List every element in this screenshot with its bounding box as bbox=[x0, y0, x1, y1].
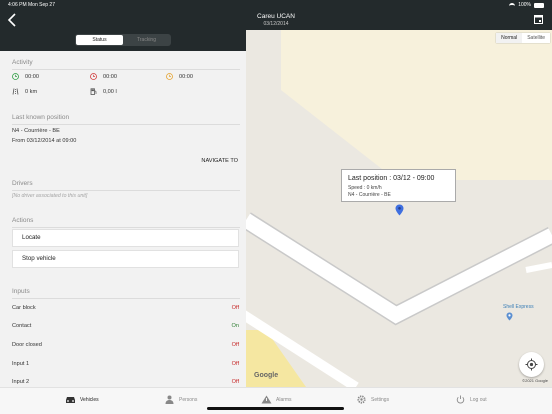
input-name: Input 2 bbox=[12, 379, 30, 385]
tab-label: Log out bbox=[470, 396, 487, 403]
activity-distance: 0 km bbox=[12, 88, 37, 95]
poi-label[interactable]: Shell Express bbox=[503, 304, 534, 310]
input-row-input-2: Input 2 Off bbox=[12, 379, 239, 385]
locate-button[interactable]: Locate bbox=[12, 229, 239, 247]
status-time: 4:06 PM Mon Sep 27 bbox=[8, 2, 55, 8]
clock-red-icon bbox=[90, 73, 97, 80]
input-row-car-block: Car block Off bbox=[12, 305, 239, 311]
drivers-heading: Drivers bbox=[12, 180, 33, 187]
my-location-button[interactable] bbox=[519, 352, 544, 377]
vehicle-location-pin-icon[interactable] bbox=[395, 204, 404, 216]
tab-persons[interactable]: Persons bbox=[164, 395, 197, 404]
divider bbox=[12, 124, 240, 125]
fuel-icon bbox=[90, 88, 97, 95]
tab-log-out[interactable]: Log out bbox=[455, 395, 487, 404]
segmented-control: Status Tracking bbox=[75, 34, 171, 46]
tab-alarms[interactable]: Alarms bbox=[261, 395, 292, 404]
activity-fuel: 0,00 l bbox=[90, 88, 117, 95]
warning-icon bbox=[261, 395, 272, 404]
activity-heading: Activity bbox=[12, 59, 33, 66]
activity-time-value: 00:00 bbox=[103, 73, 117, 80]
tab-label: Alarms bbox=[276, 396, 292, 403]
tab-label: Settings bbox=[371, 396, 390, 403]
activity-time-2: 00:00 bbox=[90, 73, 117, 80]
chevron-left-icon bbox=[7, 13, 16, 27]
input-state: Off bbox=[231, 305, 239, 311]
tab-tracking[interactable]: Tracking bbox=[123, 35, 170, 45]
input-name: Contact bbox=[12, 323, 32, 329]
last-position-heading: Last known position bbox=[12, 114, 70, 121]
battery-percent: 100% bbox=[518, 2, 531, 8]
last-position-since: From 03/12/2014 at 09:00 bbox=[12, 138, 77, 144]
battery-icon bbox=[534, 2, 544, 8]
divider bbox=[12, 69, 240, 70]
last-position-address: N4 - Courrière - BE bbox=[12, 128, 60, 134]
input-state: Off bbox=[231, 361, 239, 367]
tab-label: Persons bbox=[179, 396, 198, 403]
map-type-satellite[interactable]: Satellite bbox=[522, 33, 550, 43]
drivers-empty: [No driver associated to this unit] bbox=[12, 193, 88, 199]
crosshair-icon bbox=[525, 358, 538, 371]
popup-speed: Speed : 0 km/h bbox=[348, 185, 382, 191]
google-logo: Google bbox=[254, 372, 279, 379]
tab-status[interactable]: Status bbox=[76, 35, 123, 45]
input-name: Door closed bbox=[12, 342, 42, 348]
input-state: Off bbox=[231, 379, 239, 385]
divider bbox=[12, 227, 240, 228]
divider bbox=[12, 298, 240, 299]
poi-pin-icon[interactable] bbox=[506, 312, 513, 321]
input-name: Car block bbox=[12, 305, 36, 311]
tab-settings[interactable]: Settings bbox=[356, 395, 389, 404]
map-type-toggle: Normal Satellite bbox=[496, 33, 550, 43]
input-row-door-closed: Door closed Off bbox=[12, 342, 239, 348]
back-button[interactable] bbox=[7, 13, 19, 27]
person-icon bbox=[165, 395, 174, 404]
stop-vehicle-button[interactable]: Stop vehicle bbox=[12, 250, 239, 268]
activity-time-value: 00:00 bbox=[25, 73, 39, 80]
navigate-to-button[interactable]: NAVIGATE TO bbox=[201, 158, 238, 164]
fuel-value: 0,00 l bbox=[103, 88, 117, 95]
popup-title: Last position : 03/12 - 09:00 bbox=[348, 175, 435, 182]
input-row-contact: Contact On bbox=[12, 323, 239, 329]
tab-label: Vehicles bbox=[80, 396, 99, 403]
home-indicator[interactable] bbox=[207, 407, 344, 410]
status-bar: 4:06 PM Mon Sep 27 100% bbox=[0, 0, 552, 10]
actions-heading: Actions bbox=[12, 217, 34, 224]
position-popup: Last position : 03/12 - 09:00 Speed : 0 … bbox=[341, 169, 456, 202]
input-name: Input 1 bbox=[12, 361, 30, 367]
road-icon bbox=[12, 88, 19, 95]
map-copyright: ©2021 Google bbox=[522, 378, 548, 383]
input-state: Off bbox=[231, 342, 239, 348]
distance-value: 0 km bbox=[25, 88, 38, 95]
activity-time-1: 00:00 bbox=[12, 73, 39, 80]
power-icon bbox=[456, 395, 465, 404]
gear-icon bbox=[357, 395, 366, 404]
activity-time-3: 00:00 bbox=[166, 73, 193, 80]
status-panel: Activity 00:00 00:00 00:00 0 km 0,00 l L… bbox=[0, 51, 246, 387]
page-title: Careu UCAN bbox=[257, 13, 295, 20]
popup-address: N4 - Courrière - BE bbox=[348, 192, 391, 198]
car-icon bbox=[66, 397, 75, 403]
clock-green-icon bbox=[12, 73, 19, 80]
map-type-normal[interactable]: Normal bbox=[496, 33, 523, 43]
page-subtitle: 03/12/2014 bbox=[263, 21, 289, 27]
map-view[interactable]: Normal Satellite Last position : 03/12 -… bbox=[246, 30, 552, 387]
tab-vehicles[interactable]: Vehicles bbox=[65, 395, 99, 404]
wifi-icon bbox=[509, 2, 516, 8]
calendar-icon[interactable] bbox=[534, 14, 543, 24]
status-right: 100% bbox=[509, 2, 544, 8]
activity-time-value: 00:00 bbox=[179, 73, 193, 80]
inputs-heading: Inputs bbox=[12, 288, 30, 295]
input-state: On bbox=[231, 323, 239, 329]
clock-orange-icon bbox=[166, 73, 173, 80]
input-row-input-1: Input 1 Off bbox=[12, 361, 239, 367]
divider bbox=[12, 190, 240, 191]
